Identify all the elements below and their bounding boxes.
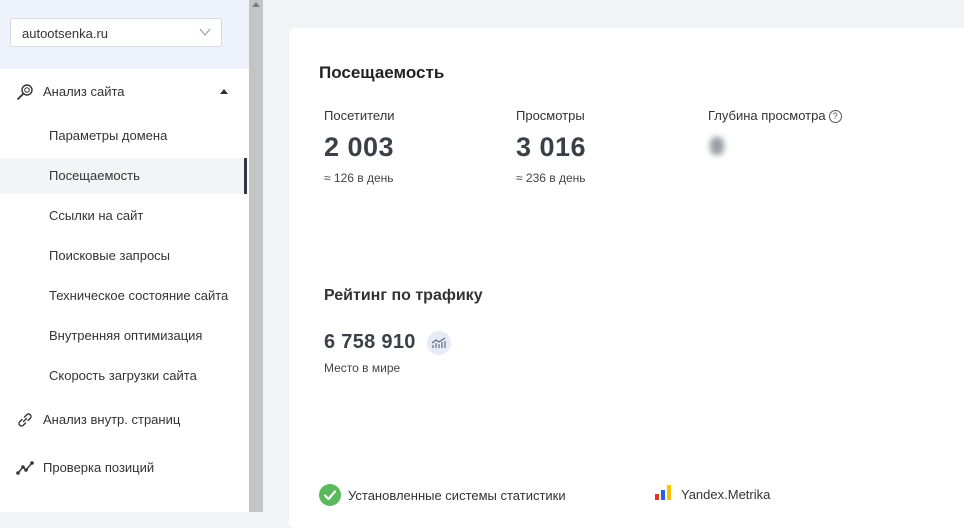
chevron-up-icon[interactable]	[219, 87, 229, 95]
sidebar-item-label: Ссылки на сайт	[49, 208, 144, 223]
question-circle-icon[interactable]: ?	[828, 110, 842, 123]
nav-group-positions[interactable]: Проверка позиций	[0, 448, 249, 488]
trend-icon	[16, 461, 34, 475]
stats-systems-label: Установленные системы статистики	[348, 488, 566, 503]
metric-label: Посетители	[324, 108, 395, 123]
sidebar: autootsenka.ru Анализ сайта Параметры до…	[0, 0, 249, 512]
sidebar-item-technical-state[interactable]: Техническое состояние сайта	[0, 278, 247, 314]
nav-group-page-analysis[interactable]: Анализ внутр. страниц	[0, 400, 249, 440]
metric-depth: Глубина просмотра?	[708, 108, 842, 155]
rating-caption: Место в мире	[324, 361, 401, 375]
check-circle-icon	[319, 484, 341, 506]
settings-icon	[16, 507, 34, 512]
traffic-card: Посещаемость Посетители 2 003 ≈ 126 в де…	[289, 28, 964, 528]
stats-systems-row: Установленные системы статистики Yandex.…	[289, 484, 964, 508]
sidebar-item-traffic[interactable]: Посещаемость	[0, 158, 247, 194]
metric-label: Просмотры	[516, 108, 585, 123]
nav-group-label: Проверка позиций	[43, 460, 155, 475]
sidebar-scrollbar[interactable]	[249, 0, 263, 512]
sidebar-item-label: Техническое состояние сайта	[49, 288, 229, 303]
nav-group-site-analysis[interactable]: Анализ сайта	[0, 72, 249, 112]
metric-value-blurred	[710, 137, 724, 155]
rating-value: 6 758 910	[324, 331, 416, 353]
sidebar-item-internal-optimization[interactable]: Внутренняя оптимизация	[0, 318, 247, 354]
metric-value: 3 016	[516, 132, 587, 162]
sidebar-item-label: Посещаемость	[49, 168, 140, 183]
metric-pageviews: Просмотры 3 016 ≈ 236 в день	[516, 108, 586, 185]
sidebar-item-backlinks[interactable]: Ссылки на сайт	[0, 198, 247, 234]
sidebar-item-search-queries[interactable]: Поисковые запросы	[0, 238, 247, 274]
sidebar-item-domain-params[interactable]: Параметры домена	[0, 118, 247, 154]
metric-visitors: Посетители 2 003 ≈ 126 в день	[324, 108, 395, 185]
metric-value: 2 003	[324, 132, 395, 162]
nav-group-label: Анализ внутр. страниц	[43, 412, 181, 427]
nav-group-partial[interactable]	[0, 496, 249, 512]
site-select-value: autootsenka.ru	[22, 26, 109, 41]
sidebar-item-label: Внутренняя оптимизация	[49, 328, 203, 343]
site-select-area: autootsenka.ru	[0, 0, 249, 69]
magnifier-icon	[17, 84, 33, 100]
nav-group-label: Анализ сайта	[43, 84, 125, 99]
metric-daily: ≈ 126 в день	[324, 171, 394, 185]
sidebar-item-label: Параметры домена	[49, 128, 168, 143]
chevron-down-icon	[199, 28, 211, 36]
rating-title: Рейтинг по трафику	[324, 287, 483, 304]
page-title: Посещаемость	[319, 63, 445, 82]
sidebar-item-label: Поисковые запросы	[49, 248, 171, 263]
stats-system-name: Yandex.Metrika	[681, 487, 771, 502]
link-icon	[18, 413, 32, 427]
sidebar-item-label: Скорость загрузки сайта	[49, 368, 197, 383]
sidebar-item-load-speed[interactable]: Скорость загрузки сайта	[0, 358, 247, 394]
site-select[interactable]: autootsenka.ru	[10, 18, 222, 47]
metric-label-text: Глубина просмотра	[708, 108, 826, 123]
yandex-metrika-icon	[655, 485, 671, 500]
scroll-up-arrow-icon[interactable]	[252, 2, 260, 7]
metric-daily: ≈ 236 в день	[516, 171, 586, 185]
chart-icon[interactable]	[427, 331, 451, 355]
metric-label: Глубина просмотра?	[708, 108, 842, 123]
